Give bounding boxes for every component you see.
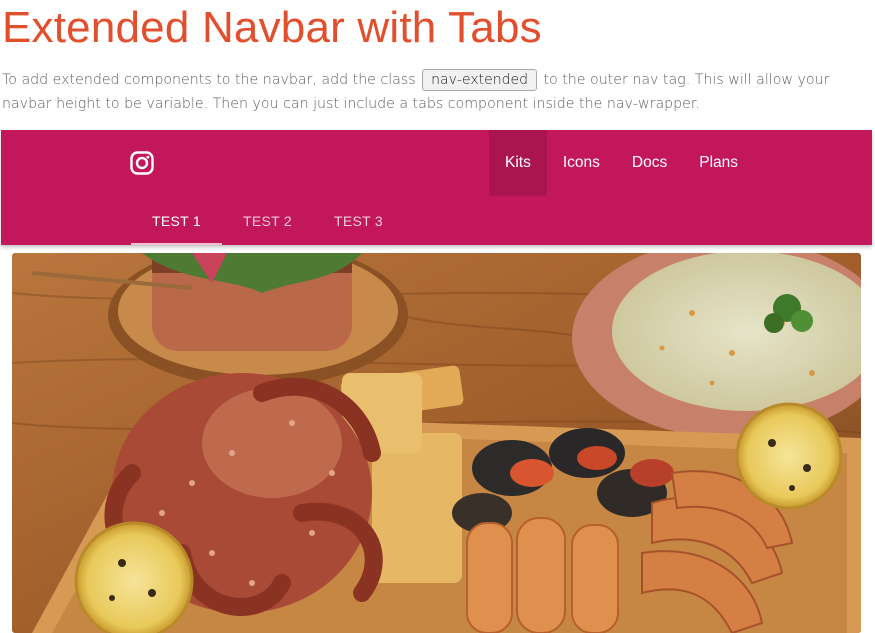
page-title: Extended Navbar with Tabs	[2, 3, 542, 52]
tab-test-3[interactable]: TEST 3	[313, 196, 404, 245]
nav-item-docs[interactable]: Docs	[616, 130, 683, 196]
nav-tabs: TEST 1 TEST 2 TEST 3	[131, 196, 404, 245]
nav-menu: Kits Icons Docs Plans	[489, 130, 754, 196]
nav-item-kits[interactable]: Kits	[489, 130, 547, 196]
instagram-icon[interactable]	[130, 151, 154, 175]
code-class-name: nav-extended	[422, 69, 537, 91]
extended-navbar: Kits Icons Docs Plans TEST 1 TEST 2 TEST…	[1, 130, 872, 245]
nav-item-icons[interactable]: Icons	[547, 130, 616, 196]
tab-test-2[interactable]: TEST 2	[222, 196, 313, 245]
nav-item-plans[interactable]: Plans	[683, 130, 754, 196]
seafood-photo-illustration	[12, 253, 861, 633]
tab-test-1[interactable]: TEST 1	[131, 196, 222, 245]
seafood-photo	[12, 253, 861, 633]
intro-text-before: To add extended components to the navbar…	[2, 72, 416, 88]
intro-paragraph: To add extended components to the navbar…	[2, 68, 872, 116]
